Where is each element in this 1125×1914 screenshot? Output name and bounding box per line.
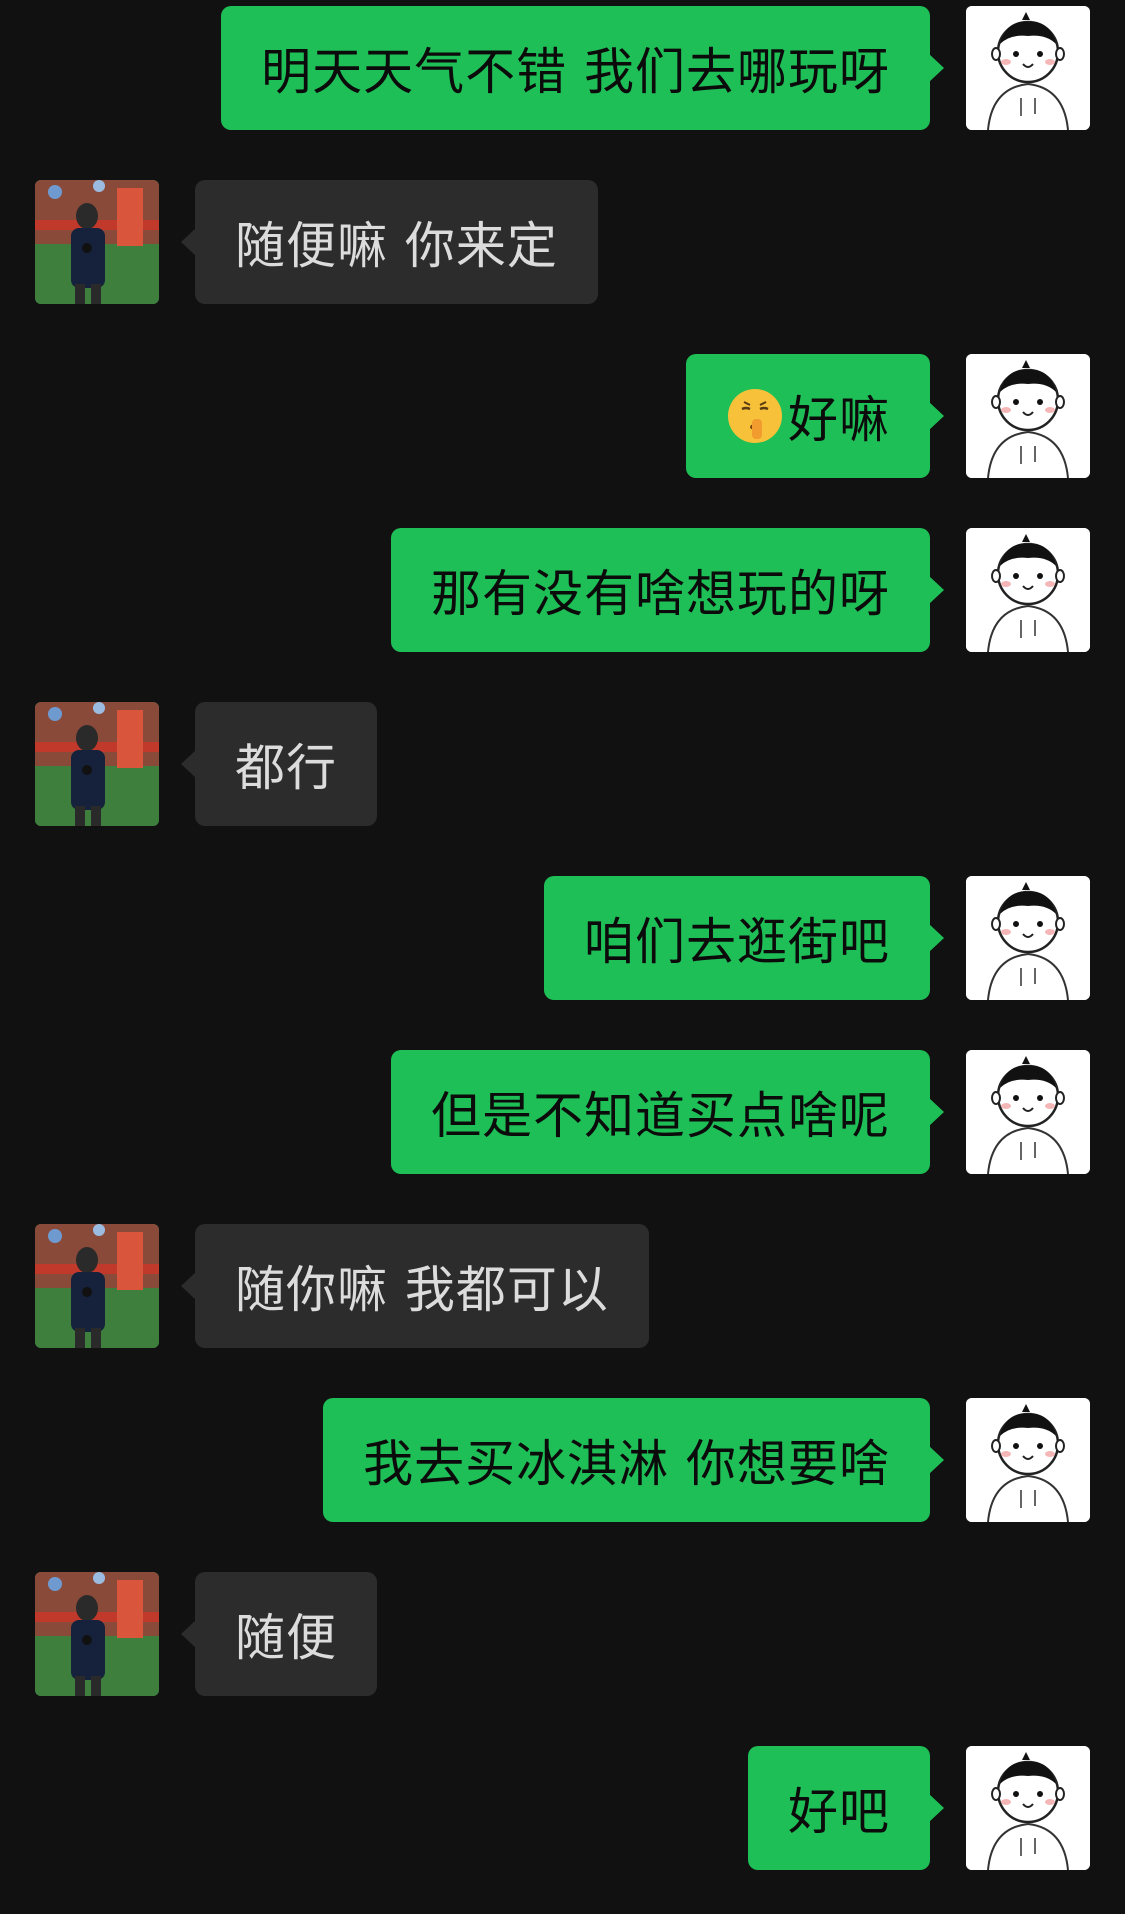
message-row-sent: 那有没有啥想玩的呀: [0, 528, 1125, 652]
photo-avatar-icon: [35, 702, 159, 826]
message-row-received: 随便嘛 你来定: [0, 180, 1125, 304]
message-bubble[interactable]: 咱们去逛街吧: [544, 876, 944, 1000]
cartoon-avatar-icon: [966, 1398, 1090, 1522]
message-text: 好嘛: [788, 391, 890, 449]
my-avatar[interactable]: [966, 1050, 1090, 1174]
my-avatar[interactable]: [966, 876, 1090, 1000]
message-text: 随便嘛 你来定: [235, 217, 558, 275]
message-text: 但是不知道买点啥呢: [431, 1087, 890, 1145]
cartoon-avatar-icon: [966, 1746, 1090, 1870]
message-row-sent: 好吧: [0, 1746, 1125, 1870]
my-avatar[interactable]: [966, 1746, 1090, 1870]
message-text: 随便: [235, 1609, 337, 1667]
message-text: 那有没有啥想玩的呀: [431, 565, 890, 623]
message-row-received: 随便: [0, 1572, 1125, 1696]
message-text: 我去买冰淇淋 你想要啥: [363, 1435, 890, 1493]
message-bubble[interactable]: 明天天气不错 我们去哪玩呀: [221, 6, 944, 130]
message-row-sent: 好嘛: [0, 354, 1125, 478]
contact-avatar[interactable]: [35, 1224, 159, 1348]
message-bubble[interactable]: 但是不知道买点啥呢: [391, 1050, 944, 1174]
my-avatar[interactable]: [966, 354, 1090, 478]
cartoon-avatar-icon: [966, 528, 1090, 652]
message-bubble[interactable]: 都行: [181, 702, 377, 826]
message-bubble[interactable]: 随便: [181, 1572, 377, 1696]
contact-avatar[interactable]: [35, 1572, 159, 1696]
cartoon-avatar-icon: [966, 354, 1090, 478]
cartoon-avatar-icon: [966, 6, 1090, 130]
contact-avatar[interactable]: [35, 702, 159, 826]
chat-message-list[interactable]: 明天天气不错 我们去哪玩呀 随便嘛 你来定 好嘛 那有没有啥想玩的呀 都行 咱们…: [0, 0, 1125, 1914]
message-text: 明天天气不错 我们去哪玩呀: [261, 43, 890, 101]
cartoon-avatar-icon: [966, 1050, 1090, 1174]
message-row-received: 都行: [0, 702, 1125, 826]
message-bubble[interactable]: 我去买冰淇淋 你想要啥: [323, 1398, 944, 1522]
message-text: 咱们去逛街吧: [584, 913, 890, 971]
my-avatar[interactable]: [966, 528, 1090, 652]
message-row-sent: 明天天气不错 我们去哪玩呀: [0, 6, 1125, 130]
my-avatar[interactable]: [966, 1398, 1090, 1522]
message-text: 随你嘛 我都可以: [235, 1261, 609, 1319]
photo-avatar-icon: [35, 1572, 159, 1696]
message-row-sent: 咱们去逛街吧: [0, 876, 1125, 1000]
cartoon-avatar-icon: [966, 876, 1090, 1000]
shushing-face-icon: [726, 387, 784, 445]
message-row-sent: 我去买冰淇淋 你想要啥: [0, 1398, 1125, 1522]
message-row-sent: 但是不知道买点啥呢: [0, 1050, 1125, 1174]
message-bubble[interactable]: 随便嘛 你来定: [181, 180, 598, 304]
message-bubble[interactable]: 那有没有啥想玩的呀: [391, 528, 944, 652]
message-text: 好吧: [788, 1783, 890, 1841]
message-bubble[interactable]: 好嘛: [686, 354, 944, 478]
photo-avatar-icon: [35, 180, 159, 304]
my-avatar[interactable]: [966, 6, 1090, 130]
message-bubble[interactable]: 随你嘛 我都可以: [181, 1224, 649, 1348]
message-bubble[interactable]: 好吧: [748, 1746, 944, 1870]
photo-avatar-icon: [35, 1224, 159, 1348]
contact-avatar[interactable]: [35, 180, 159, 304]
message-row-received: 随你嘛 我都可以: [0, 1224, 1125, 1348]
message-text: 都行: [235, 739, 337, 797]
